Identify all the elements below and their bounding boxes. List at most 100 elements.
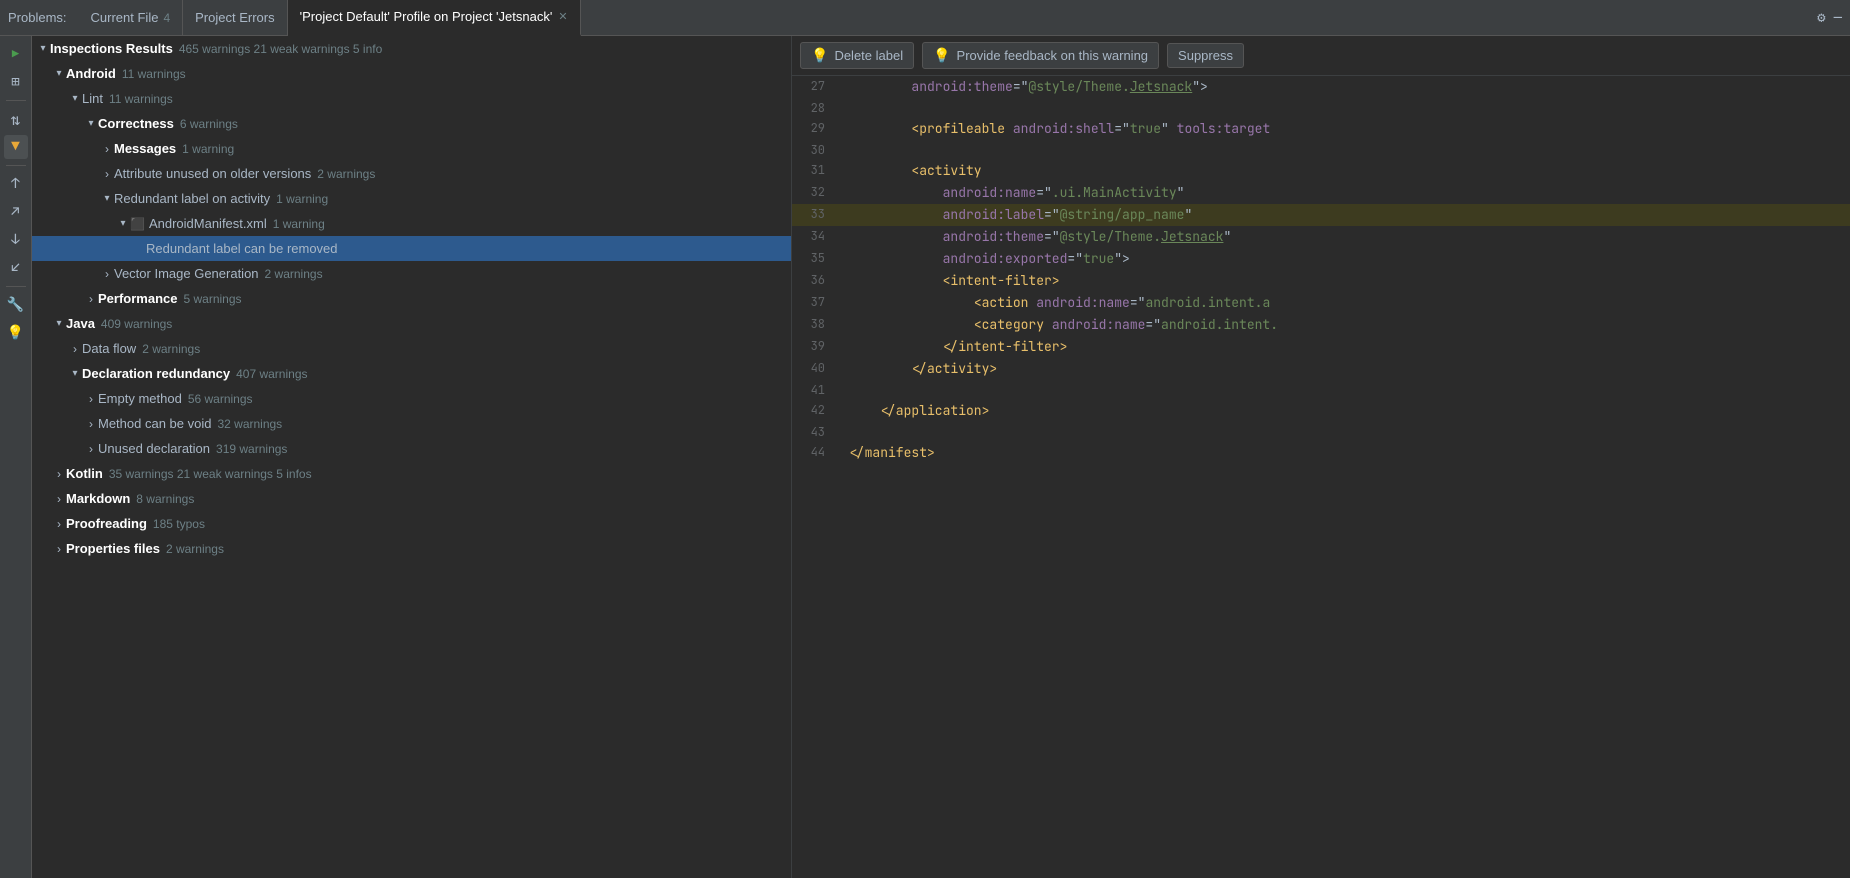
sort-btn-icon: ⇅	[11, 109, 21, 130]
tree-item-kotlin[interactable]: › Kotlin 35 warnings 21 weak warnings 5 …	[32, 461, 791, 486]
tree-panel[interactable]: ▾ Inspections Results 465 warnings 21 we…	[32, 36, 792, 878]
line-num-34: 34	[792, 226, 837, 248]
tab-project-errors-label: Project Errors	[195, 10, 274, 25]
tree-item-redundant-label-item[interactable]: Redundant label can be removed	[32, 236, 791, 261]
filter-icon: ▼	[11, 138, 19, 156]
feedback-button[interactable]: 💡 Provide feedback on this warning	[922, 42, 1159, 69]
delete-label-button[interactable]: 💡 Delete label	[800, 42, 914, 69]
bulb-icon: 💡	[7, 324, 24, 342]
line-content-41	[845, 380, 1850, 400]
code-view[interactable]: 27 android:theme="@style/Theme.Jetsnack"…	[792, 76, 1850, 878]
line-gutter-44	[837, 442, 845, 464]
tree-item-messages[interactable]: › Messages 1 warning	[32, 136, 791, 161]
export-icon: ↗	[11, 203, 19, 221]
tab-project-default[interactable]: 'Project Default' Profile on Project 'Je…	[288, 0, 581, 36]
lint-arrow: ▾	[68, 92, 82, 106]
perf-count: 5 warnings	[183, 292, 241, 306]
import-icon: ↙	[11, 259, 19, 277]
tree-item-attr-unused[interactable]: › Attribute unused on older versions 2 w…	[32, 161, 791, 186]
tree-item-markdown[interactable]: › Markdown 8 warnings	[32, 486, 791, 511]
tree-item-method-void[interactable]: › Method can be void 32 warnings	[32, 411, 791, 436]
lint-label: Lint	[82, 91, 103, 106]
proofreading-arrow: ›	[52, 517, 66, 531]
main-content: ▶ ⊞ ⇅ ▼ ↑ ↗ ↓ ↙ 🔧 💡	[0, 36, 1850, 878]
tab-project-errors[interactable]: Project Errors	[183, 0, 287, 36]
root-count: 465 warnings 21 weak warnings 5 info	[179, 42, 382, 56]
down-button[interactable]: ↓	[4, 228, 28, 252]
delete-label-text: Delete label	[834, 48, 903, 63]
tree-item-unused-decl[interactable]: › Unused declaration 319 warnings	[32, 436, 791, 461]
properties-count: 2 warnings	[166, 542, 224, 556]
line-content-28	[845, 98, 1850, 118]
tree-item-decl-redundancy[interactable]: ▾ Declaration redundancy 407 warnings	[32, 361, 791, 386]
code-line-34: 34 android:theme="@style/Theme.Jetsnack"	[792, 226, 1850, 248]
toolbar-divider-3	[6, 286, 26, 287]
android-arrow: ▾	[52, 67, 66, 81]
attr-count: 2 warnings	[317, 167, 375, 181]
code-line-28: 28	[792, 98, 1850, 118]
tree-item-java[interactable]: ▾ Java 409 warnings	[32, 311, 791, 336]
settings-icon[interactable]: ⚙	[1817, 9, 1825, 27]
feedback-bulb-icon: 💡	[933, 47, 950, 64]
code-line-27: 27 android:theme="@style/Theme.Jetsnack"…	[792, 76, 1850, 98]
toolbar-divider-1	[6, 100, 26, 101]
up-icon: ↑	[11, 175, 19, 193]
suppress-button[interactable]: Suppress	[1167, 43, 1244, 68]
perf-arrow: ›	[84, 292, 98, 306]
line-num-36: 36	[792, 270, 837, 292]
minimize-icon[interactable]: —	[1834, 9, 1842, 27]
line-gutter-39	[837, 336, 845, 358]
tab-current-file[interactable]: Current File 4	[79, 0, 184, 36]
tree-item-androidmanifest[interactable]: ▾ ⬛ AndroidManifest.xml 1 warning	[32, 211, 791, 236]
tree-item-proofreading[interactable]: › Proofreading 185 typos	[32, 511, 791, 536]
unused-decl-count: 319 warnings	[216, 442, 287, 456]
manifest-count: 1 warning	[273, 217, 325, 231]
feedback-text: Provide feedback on this warning	[957, 48, 1149, 63]
kotlin-arrow: ›	[52, 467, 66, 481]
toolbar-divider-2	[6, 165, 26, 166]
tab-current-file-label: Current File	[91, 10, 159, 25]
code-line-43: 43	[792, 422, 1850, 442]
tree-item-correctness[interactable]: ▾ Correctness 6 warnings	[32, 111, 791, 136]
export-button[interactable]: ↗	[4, 200, 28, 224]
tree-item-android[interactable]: ▾ Android 11 warnings	[32, 61, 791, 86]
tree-item-vector-image[interactable]: › Vector Image Generation 2 warnings	[32, 261, 791, 286]
properties-label: Properties files	[66, 541, 160, 556]
lint-count: 11 warnings	[109, 92, 173, 106]
bulb-button[interactable]: 💡	[4, 321, 28, 345]
code-line-40: 40 </activity>	[792, 358, 1850, 380]
tree-root[interactable]: ▾ Inspections Results 465 warnings 21 we…	[32, 36, 791, 61]
tree-item-properties-files[interactable]: › Properties files 2 warnings	[32, 536, 791, 561]
line-content-27: android:theme="@style/Theme.Jetsnack">	[845, 76, 1850, 98]
line-content-31: <activity	[845, 160, 1850, 182]
tree-item-dataflow[interactable]: › Data flow 2 warnings	[32, 336, 791, 361]
line-content-33: android:label="@string/app_name"	[845, 204, 1850, 226]
wrench-button[interactable]: 🔧	[4, 293, 28, 317]
line-content-39: </intent-filter>	[845, 336, 1850, 358]
line-num-32: 32	[792, 182, 837, 204]
tree-item-empty-method[interactable]: › Empty method 56 warnings	[32, 386, 791, 411]
tab-close-icon[interactable]: ✕	[558, 10, 567, 23]
android-count: 11 warnings	[122, 67, 186, 81]
decl-arrow: ▾	[68, 367, 82, 381]
up-button[interactable]: ↑	[4, 172, 28, 196]
line-gutter-34	[837, 226, 845, 248]
dataflow-arrow: ›	[68, 342, 82, 356]
sort-icon[interactable]: ⇅	[4, 107, 28, 131]
line-gutter-36	[837, 270, 845, 292]
unused-decl-arrow: ›	[84, 442, 98, 456]
play-button[interactable]: ▶	[4, 42, 28, 66]
tree-item-redundant-label-activity[interactable]: ▾ Redundant label on activity 1 warning	[32, 186, 791, 211]
layout-icon[interactable]: ⊞	[4, 70, 28, 94]
tree-item-performance[interactable]: › Performance 5 warnings	[32, 286, 791, 311]
line-content-36: <intent-filter>	[845, 270, 1850, 292]
line-content-30	[845, 140, 1850, 160]
line-content-43	[845, 422, 1850, 442]
filter-button[interactable]: ▼	[4, 135, 28, 159]
tab-project-default-label: 'Project Default' Profile on Project 'Je…	[300, 9, 553, 24]
import-button[interactable]: ↙	[4, 256, 28, 280]
java-label: Java	[66, 316, 95, 331]
tree-item-lint[interactable]: ▾ Lint 11 warnings	[32, 86, 791, 111]
line-num-40: 40	[792, 358, 837, 380]
code-line-35: 35 android:exported="true">	[792, 248, 1850, 270]
